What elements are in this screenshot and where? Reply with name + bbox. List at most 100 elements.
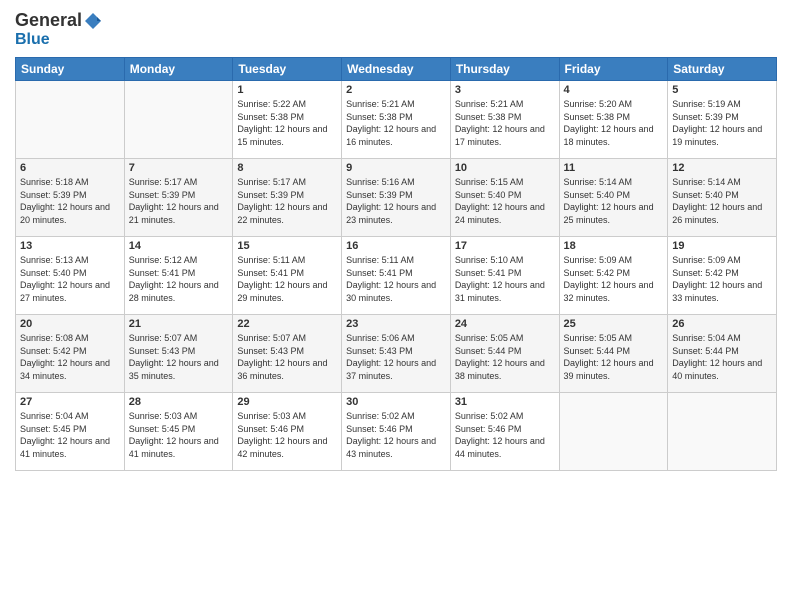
day-info: Sunrise: 5:09 AM Sunset: 5:42 PM Dayligh… [672,254,772,304]
day-cell: 9 Sunrise: 5:16 AM Sunset: 5:39 PM Daylig… [342,159,451,237]
day-info: Sunrise: 5:05 AM Sunset: 5:44 PM Dayligh… [455,332,555,382]
day-number: 9 [346,162,446,174]
day-cell: 23 Sunrise: 5:06 AM Sunset: 5:43 PM Dayli… [342,315,451,393]
day-cell: 25Sunrise: 5:05 AM Sunset: 5:44 PM Dayli… [559,315,668,393]
day-number: 6 [20,162,120,174]
day-cell: 31 Sunrise: 5:02 AM Sunset: 5:46 PM Dayli… [450,393,559,471]
weekday-tuesday: Tuesday [233,58,342,81]
day-cell: 5 Sunrise: 5:19 AM Sunset: 5:39 PM Daylig… [668,81,777,159]
weekday-thursday: Thursday [450,58,559,81]
day-number: 4 [564,84,664,96]
day-info: Sunrise: 5:17 AM Sunset: 5:39 PM Dayligh… [237,176,337,226]
day-cell: 16 Sunrise: 5:11 AM Sunset: 5:41 PM Dayli… [342,237,451,315]
day-info: Sunrise: 5:17 AM Sunset: 5:39 PM Dayligh… [129,176,229,226]
day-info: Sunrise: 5:14 AM Sunset: 5:40 PM Dayligh… [672,176,772,226]
day-number: 21 [129,318,229,330]
day-number: 2 [346,84,446,96]
day-info: Sunrise: 5:21 AM Sunset: 5:38 PM Dayligh… [346,98,446,148]
day-cell: 27 Sunrise: 5:04 AM Sunset: 5:45 PM Dayli… [16,393,125,471]
day-info: Sunrise: 5:05 AM Sunset: 5:44 PM Dayligh… [564,332,664,382]
day-cell: 2 Sunrise: 5:21 AM Sunset: 5:38 PM Daylig… [342,81,451,159]
day-cell: 20 Sunrise: 5:08 AM Sunset: 5:42 PM Dayli… [16,315,125,393]
day-number: 5 [672,84,772,96]
week-row-1: 6 Sunrise: 5:18 AM Sunset: 5:39 PM Daylig… [16,159,777,237]
weekday-saturday: Saturday [668,58,777,81]
day-number: 15 [237,240,337,252]
day-info: Sunrise: 5:21 AM Sunset: 5:38 PM Dayligh… [455,98,555,148]
weekday-wednesday: Wednesday [342,58,451,81]
weekday-sunday: Sunday [16,58,125,81]
logo-blue-text: Blue [15,31,50,49]
week-row-4: 27 Sunrise: 5:04 AM Sunset: 5:45 PM Dayli… [16,393,777,471]
day-info: Sunrise: 5:12 AM Sunset: 5:41 PM Dayligh… [129,254,229,304]
day-number: 16 [346,240,446,252]
day-cell: 13Sunrise: 5:13 AM Sunset: 5:40 PM Dayli… [16,237,125,315]
day-cell: 22 Sunrise: 5:07 AM Sunset: 5:43 PM Dayli… [233,315,342,393]
day-cell: 15 Sunrise: 5:11 AM Sunset: 5:41 PM Dayli… [233,237,342,315]
day-info: Sunrise: 5:07 AM Sunset: 5:43 PM Dayligh… [237,332,337,382]
day-number: 14 [129,240,229,252]
weekday-header-row: SundayMondayTuesdayWednesdayThursdayFrid… [16,58,777,81]
day-number: 1 [237,84,337,96]
day-info: Sunrise: 5:16 AM Sunset: 5:39 PM Dayligh… [346,176,446,226]
day-cell: 24Sunrise: 5:05 AM Sunset: 5:44 PM Dayli… [450,315,559,393]
day-cell: 10 Sunrise: 5:15 AM Sunset: 5:40 PM Dayli… [450,159,559,237]
day-info: Sunrise: 5:06 AM Sunset: 5:43 PM Dayligh… [346,332,446,382]
week-row-2: 13Sunrise: 5:13 AM Sunset: 5:40 PM Dayli… [16,237,777,315]
day-cell: 29 Sunrise: 5:03 AM Sunset: 5:46 PM Dayli… [233,393,342,471]
day-info: Sunrise: 5:11 AM Sunset: 5:41 PM Dayligh… [346,254,446,304]
day-info: Sunrise: 5:07 AM Sunset: 5:43 PM Dayligh… [129,332,229,382]
week-row-0: 1 Sunrise: 5:22 AM Sunset: 5:38 PM Daylig… [16,81,777,159]
day-cell [668,393,777,471]
day-info: Sunrise: 5:11 AM Sunset: 5:41 PM Dayligh… [237,254,337,304]
day-info: Sunrise: 5:08 AM Sunset: 5:42 PM Dayligh… [20,332,120,382]
day-number: 8 [237,162,337,174]
day-cell [16,81,125,159]
day-number: 22 [237,318,337,330]
day-cell: 12 Sunrise: 5:14 AM Sunset: 5:40 PM Dayli… [668,159,777,237]
day-number: 31 [455,396,555,408]
header: General Blue [15,10,777,49]
day-info: Sunrise: 5:04 AM Sunset: 5:45 PM Dayligh… [20,410,120,460]
day-info: Sunrise: 5:02 AM Sunset: 5:46 PM Dayligh… [455,410,555,460]
day-info: Sunrise: 5:09 AM Sunset: 5:42 PM Dayligh… [564,254,664,304]
day-info: Sunrise: 5:03 AM Sunset: 5:46 PM Dayligh… [237,410,337,460]
day-cell: 4 Sunrise: 5:20 AM Sunset: 5:38 PM Daylig… [559,81,668,159]
day-number: 12 [672,162,772,174]
weekday-monday: Monday [124,58,233,81]
weekday-friday: Friday [559,58,668,81]
day-cell: 14 Sunrise: 5:12 AM Sunset: 5:41 PM Dayli… [124,237,233,315]
day-cell: 21 Sunrise: 5:07 AM Sunset: 5:43 PM Dayli… [124,315,233,393]
day-cell: 17Sunrise: 5:10 AM Sunset: 5:41 PM Dayli… [450,237,559,315]
day-info: Sunrise: 5:03 AM Sunset: 5:45 PM Dayligh… [129,410,229,460]
day-number: 18 [564,240,664,252]
day-number: 28 [129,396,229,408]
day-number: 29 [237,396,337,408]
logo: General Blue [15,10,104,49]
day-info: Sunrise: 5:20 AM Sunset: 5:38 PM Dayligh… [564,98,664,148]
day-cell: 30Sunrise: 5:02 AM Sunset: 5:46 PM Dayli… [342,393,451,471]
day-info: Sunrise: 5:15 AM Sunset: 5:40 PM Dayligh… [455,176,555,226]
day-cell: 3 Sunrise: 5:21 AM Sunset: 5:38 PM Daylig… [450,81,559,159]
day-number: 27 [20,396,120,408]
day-cell: 1 Sunrise: 5:22 AM Sunset: 5:38 PM Daylig… [233,81,342,159]
logo-general-text: General [15,10,82,31]
day-number: 20 [20,318,120,330]
day-cell [124,81,233,159]
day-info: Sunrise: 5:02 AM Sunset: 5:46 PM Dayligh… [346,410,446,460]
day-number: 10 [455,162,555,174]
day-number: 23 [346,318,446,330]
day-info: Sunrise: 5:19 AM Sunset: 5:39 PM Dayligh… [672,98,772,148]
day-info: Sunrise: 5:22 AM Sunset: 5:38 PM Dayligh… [237,98,337,148]
day-info: Sunrise: 5:18 AM Sunset: 5:39 PM Dayligh… [20,176,120,226]
day-info: Sunrise: 5:04 AM Sunset: 5:44 PM Dayligh… [672,332,772,382]
day-cell: 7Sunrise: 5:17 AM Sunset: 5:39 PM Daylig… [124,159,233,237]
day-cell: 11Sunrise: 5:14 AM Sunset: 5:40 PM Dayli… [559,159,668,237]
calendar-table: SundayMondayTuesdayWednesdayThursdayFrid… [15,57,777,471]
week-row-3: 20 Sunrise: 5:08 AM Sunset: 5:42 PM Dayli… [16,315,777,393]
day-number: 3 [455,84,555,96]
day-info: Sunrise: 5:14 AM Sunset: 5:40 PM Dayligh… [564,176,664,226]
day-cell: 6 Sunrise: 5:18 AM Sunset: 5:39 PM Daylig… [16,159,125,237]
day-number: 26 [672,318,772,330]
day-cell [559,393,668,471]
